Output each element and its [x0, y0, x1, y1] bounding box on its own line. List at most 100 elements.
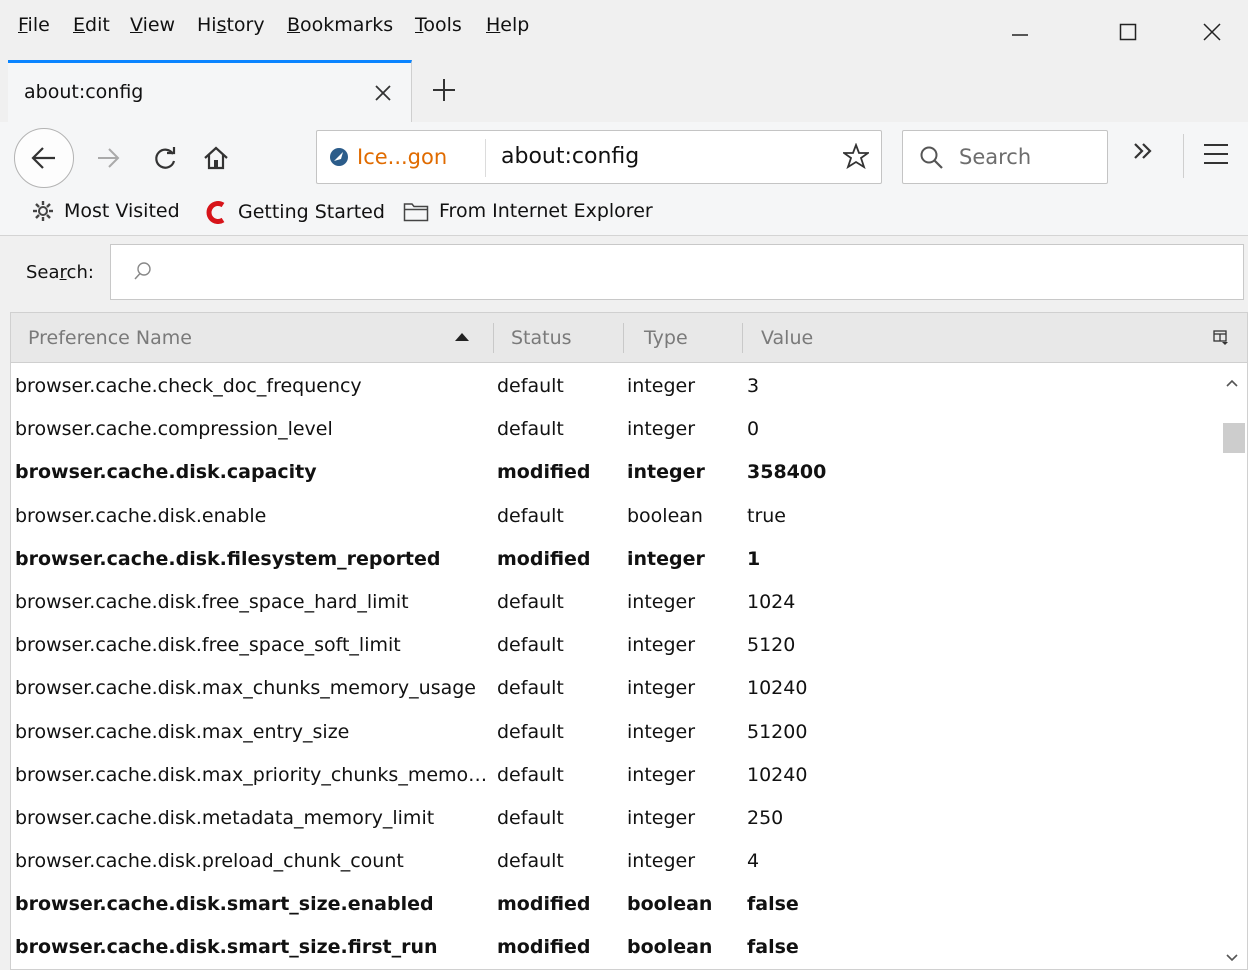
bookmark-most-visited[interactable]: Most Visited: [32, 200, 180, 222]
filter-search-icon: [133, 261, 153, 285]
pref-value-cell: false: [747, 936, 799, 959]
tab-close-button[interactable]: [373, 77, 393, 110]
column-header-value[interactable]: Value: [761, 327, 813, 349]
bookmark-star-icon: [841, 142, 871, 170]
column-header-type[interactable]: Type: [644, 327, 688, 349]
filter-row: Search:: [0, 236, 1248, 312]
column-header-name[interactable]: Preference Name: [28, 327, 192, 349]
menu-file[interactable]: File: [18, 14, 50, 36]
navigation-toolbar: Ice...gon about:config Search: [0, 122, 1248, 194]
table-row[interactable]: browser.cache.disk.enable default boolean t…: [11, 493, 1217, 536]
table-row[interactable]: browser.cache.disk.max_priority_chunks_m…: [11, 752, 1217, 795]
pref-status-cell: modified: [497, 461, 591, 484]
pref-value-cell: 0: [747, 418, 760, 441]
url-separator: [485, 139, 486, 177]
pref-type-cell: integer: [627, 677, 696, 700]
vertical-scrollbar[interactable]: [1215, 363, 1247, 969]
folder-icon: [403, 203, 429, 222]
url-bar[interactable]: Ice...gon about:config: [316, 130, 882, 184]
back-button[interactable]: [14, 128, 74, 188]
pref-name-cell: browser.cache.disk.metadata_memory_limit: [15, 806, 435, 829]
scrollbar-thumb[interactable]: [1223, 423, 1245, 453]
toolbar-overflow-button[interactable]: [1130, 138, 1156, 171]
menu-view[interactable]: View: [130, 14, 175, 36]
search-icon: [919, 145, 945, 175]
url-text[interactable]: about:config: [501, 144, 639, 169]
pref-name-cell: browser.cache.disk.preload_chunk_count: [15, 850, 404, 873]
table-row[interactable]: browser.cache.disk.max_chunks_memory_usa…: [11, 665, 1217, 708]
reload-button[interactable]: [144, 136, 188, 180]
plus-icon: [433, 79, 455, 101]
close-icon: [1203, 23, 1221, 41]
pref-value-cell: 10240: [747, 763, 808, 786]
home-icon: [204, 146, 228, 170]
pref-status-cell: default: [497, 806, 564, 829]
table-header: Preference Name Status Type Value: [11, 313, 1247, 363]
menu-history[interactable]: History: [197, 14, 265, 36]
pref-value-cell: false: [747, 893, 799, 916]
pref-name-cell: browser.cache.disk.enable: [15, 504, 267, 527]
minimize-button[interactable]: [992, 10, 1048, 54]
pref-type-cell: integer: [627, 461, 705, 484]
pref-name-cell: browser.cache.disk.filesystem_reported: [15, 547, 441, 570]
pref-status-cell: default: [497, 634, 564, 657]
pref-type-cell: boolean: [627, 936, 713, 959]
pref-name-cell: browser.cache.disk.smart_size.first_run: [15, 936, 438, 959]
table-row[interactable]: browser.cache.disk.free_space_hard_limit…: [11, 579, 1217, 622]
menu-edit[interactable]: Edit: [73, 14, 110, 36]
pref-type-cell: integer: [627, 850, 696, 873]
sort-ascending-icon: [455, 333, 469, 341]
bookmark-from-internet-explorer[interactable]: From Internet Explorer: [403, 200, 653, 222]
column-header-status[interactable]: Status: [511, 327, 572, 349]
bookmark-label: From Internet Explorer: [439, 200, 653, 222]
reload-icon: [155, 147, 176, 169]
preferences-table: Preference Name Status Type Value browse…: [10, 312, 1248, 970]
pref-name-cell: browser.cache.disk.max_priority_chunks_m…: [15, 763, 491, 786]
pref-value-cell: 10240: [747, 677, 808, 700]
table-row[interactable]: browser.cache.disk.preload_chunk_count de…: [11, 838, 1217, 881]
table-row[interactable]: browser.cache.disk.filesystem_reported mo…: [11, 536, 1217, 579]
close-window-button[interactable]: [1184, 10, 1240, 54]
pref-name-cell: browser.cache.compression_level: [15, 418, 333, 441]
table-row[interactable]: browser.cache.check_doc_frequency default…: [11, 363, 1217, 406]
filter-input[interactable]: [110, 244, 1244, 300]
table-row[interactable]: browser.cache.disk.free_space_soft_limit…: [11, 622, 1217, 665]
column-separator[interactable]: [742, 323, 743, 353]
filter-label: Search:: [26, 262, 94, 283]
menu-help[interactable]: Help: [486, 14, 529, 36]
table-row[interactable]: browser.cache.disk.capacity modified integ…: [11, 449, 1217, 492]
search-placeholder: Search: [959, 145, 1032, 169]
column-separator[interactable]: [493, 323, 494, 353]
bookmark-getting-started[interactable]: Getting Started: [204, 200, 385, 224]
tab-title: about:config: [24, 81, 144, 103]
pref-name-cell: browser.cache.check_doc_frequency: [15, 375, 362, 397]
bookmark-label: Most Visited: [64, 200, 180, 222]
pref-status-cell: default: [497, 850, 564, 873]
table-row[interactable]: browser.cache.disk.smart_size.enabled mod…: [11, 881, 1217, 924]
hamburger-menu-icon[interactable]: [1204, 144, 1228, 171]
column-separator[interactable]: [623, 323, 624, 353]
pref-type-cell: integer: [627, 590, 696, 613]
pref-status-cell: default: [497, 418, 564, 441]
pref-status-cell: default: [497, 720, 564, 743]
tab-about-config[interactable]: about:config: [8, 60, 412, 122]
site-identity[interactable]: Ice...gon: [329, 145, 447, 169]
table-row[interactable]: browser.cache.disk.smart_size.first_run m…: [11, 924, 1217, 967]
forward-button[interactable]: [86, 136, 130, 180]
table-row[interactable]: browser.cache.compression_level default in…: [11, 406, 1217, 449]
column-picker-icon[interactable]: [1213, 330, 1229, 350]
table-row[interactable]: browser.cache.disk.max_entry_size default…: [11, 709, 1217, 752]
overflow-chevron-icon: [1134, 143, 1152, 159]
table-row[interactable]: browser.cache.disk.metadata_memory_limit…: [11, 795, 1217, 838]
maximize-button[interactable]: [1100, 10, 1156, 54]
pref-value-cell: 250: [747, 806, 784, 829]
bookmark-star-button[interactable]: [841, 142, 871, 173]
scroll-up-icon[interactable]: [1225, 373, 1239, 392]
menu-tools[interactable]: Tools: [415, 14, 462, 36]
scroll-down-icon[interactable]: [1225, 948, 1239, 967]
menu-bookmarks[interactable]: Bookmarks: [287, 14, 393, 36]
home-button[interactable]: [194, 136, 238, 180]
new-tab-button[interactable]: [424, 68, 464, 112]
gear-icon: [33, 201, 53, 221]
search-bar[interactable]: Search: [902, 130, 1108, 184]
